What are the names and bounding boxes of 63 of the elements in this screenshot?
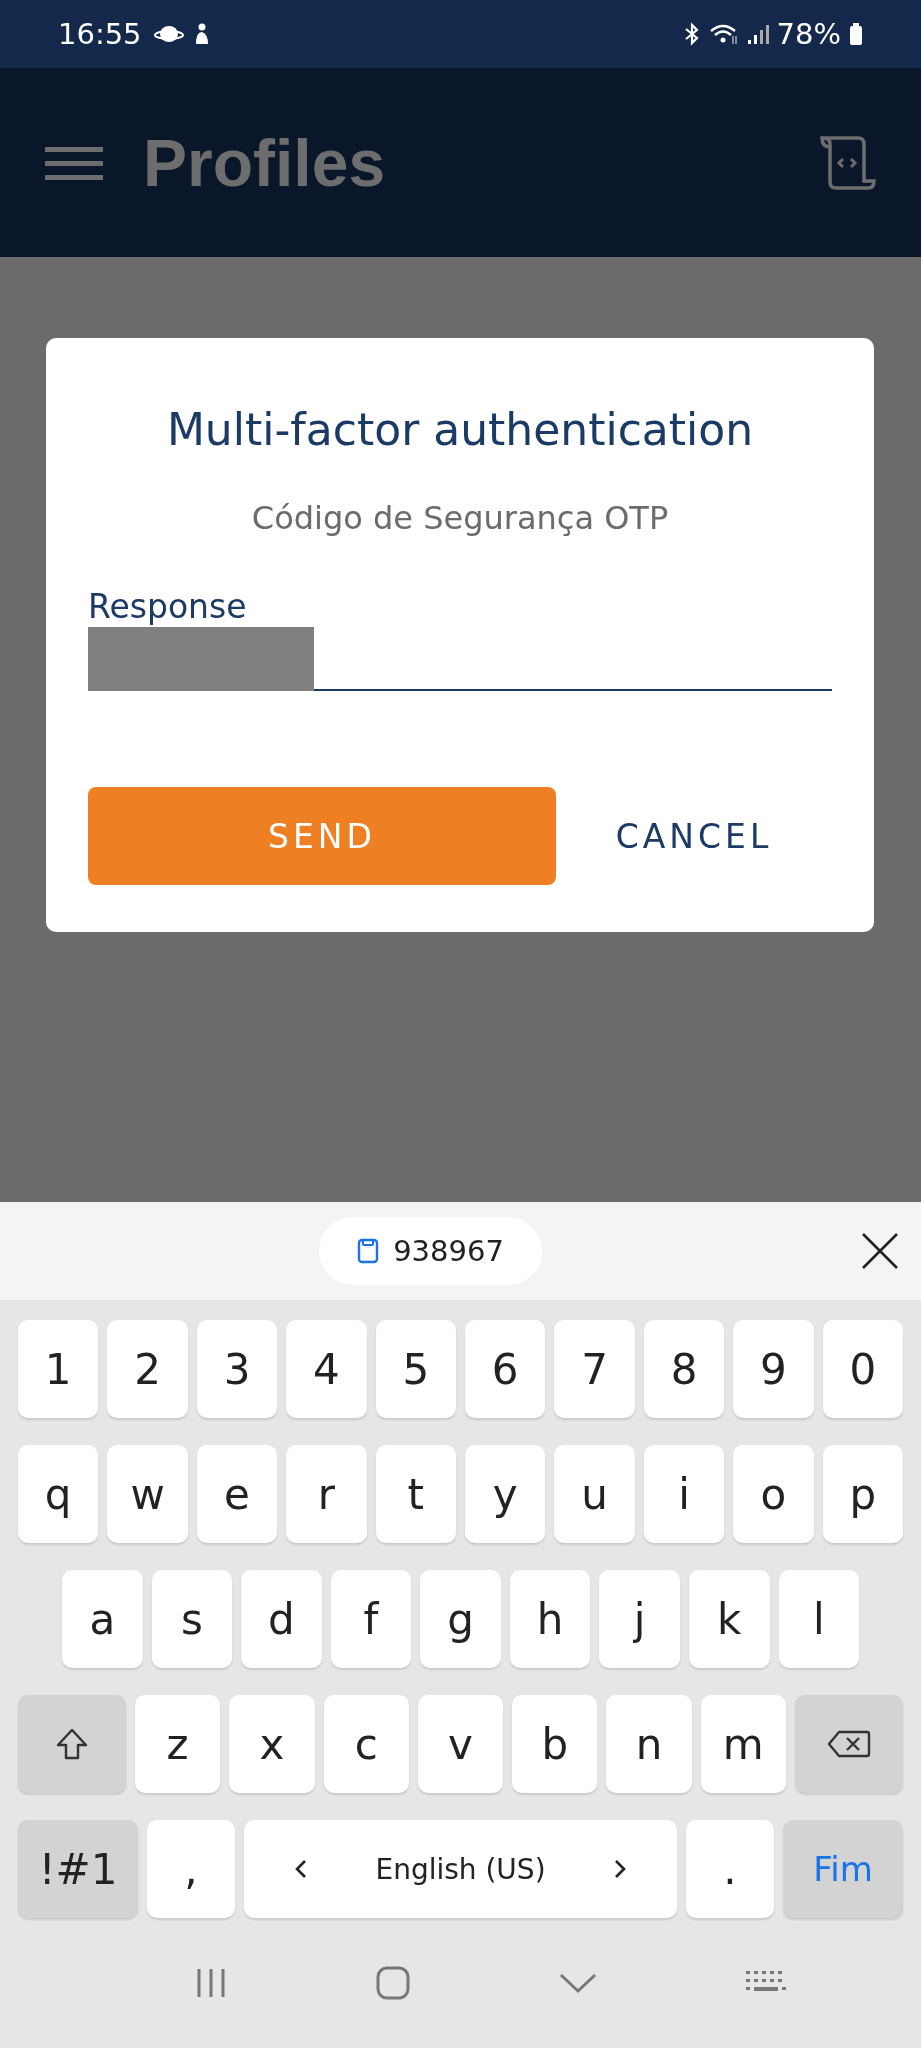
chevron-right-icon bbox=[613, 1858, 627, 1880]
wifi-icon bbox=[708, 22, 739, 46]
keyboard-key[interactable]: a bbox=[62, 1570, 143, 1668]
keyboard-key[interactable]: v bbox=[417, 1695, 504, 1793]
keyboard-key[interactable]: i bbox=[643, 1445, 725, 1543]
keyboard-key[interactable]: u bbox=[554, 1445, 635, 1543]
keyboard-key[interactable]: y bbox=[465, 1445, 546, 1543]
backspace-key[interactable] bbox=[794, 1695, 903, 1793]
keyboard-key[interactable]: 3 bbox=[196, 1320, 278, 1418]
keyboard-key[interactable]: k bbox=[688, 1570, 770, 1668]
keyboard-key[interactable]: 8 bbox=[643, 1320, 725, 1418]
clipboard-chip[interactable]: 938967 bbox=[319, 1217, 542, 1285]
battery-level: 78% bbox=[776, 17, 841, 51]
chevron-left-icon bbox=[294, 1858, 308, 1880]
shift-icon bbox=[55, 1727, 89, 1761]
keyboard-key[interactable]: f bbox=[330, 1570, 412, 1668]
keyboard-key[interactable]: 5 bbox=[375, 1320, 457, 1418]
home-icon[interactable] bbox=[375, 1965, 412, 2001]
keyboard-key[interactable]: q bbox=[18, 1445, 99, 1543]
cancel-button[interactable]: CANCEL bbox=[556, 787, 832, 885]
response-field[interactable]: Response bbox=[88, 581, 832, 691]
planet-icon bbox=[153, 23, 184, 45]
keyboard-key[interactable]: h bbox=[509, 1570, 591, 1668]
keyboard-key[interactable]: c bbox=[323, 1695, 409, 1793]
keyboard-key[interactable]: 1 bbox=[18, 1320, 99, 1418]
scroll-code-icon[interactable] bbox=[818, 134, 876, 191]
keyboard-key[interactable]: 2 bbox=[107, 1320, 188, 1418]
close-icon[interactable] bbox=[861, 1232, 899, 1270]
keyboard-key[interactable]: n bbox=[606, 1695, 692, 1793]
keyboard-key[interactable]: . bbox=[686, 1820, 774, 1918]
keyboard-key[interactable]: s bbox=[151, 1570, 233, 1668]
keyboard-key[interactable]: z bbox=[135, 1695, 221, 1793]
chevron-down-icon[interactable] bbox=[557, 1971, 598, 1995]
keyboard-key[interactable]: d bbox=[241, 1570, 322, 1668]
keyboard-key[interactable]: b bbox=[512, 1695, 598, 1793]
symbols-key[interactable]: !#1 bbox=[18, 1820, 138, 1918]
keyboard-key[interactable]: 9 bbox=[733, 1320, 814, 1418]
dialog-message: Código de Segurança OTP bbox=[251, 499, 669, 537]
page-title: Profiles bbox=[143, 124, 386, 201]
space-key[interactable]: English (US) bbox=[244, 1820, 677, 1918]
dialog-title: Multi-factor authentication bbox=[166, 404, 754, 455]
signal-icon bbox=[746, 22, 769, 46]
keyboard-key[interactable]: , bbox=[147, 1820, 235, 1918]
clock: 16:55 bbox=[58, 17, 142, 51]
keyboard-key[interactable]: 4 bbox=[286, 1320, 367, 1418]
keyboard-key[interactable]: 6 bbox=[465, 1320, 546, 1418]
keyboard-key[interactable]: t bbox=[375, 1445, 457, 1543]
battery-icon bbox=[849, 22, 863, 46]
keyboard-key[interactable]: o bbox=[733, 1445, 814, 1543]
shift-key[interactable] bbox=[18, 1695, 126, 1793]
keyboard-key[interactable]: w bbox=[107, 1445, 188, 1543]
keyboard-key[interactable]: j bbox=[599, 1570, 680, 1668]
keyboard-key[interactable]: 7 bbox=[554, 1320, 635, 1418]
keyboard-key[interactable]: l bbox=[778, 1570, 860, 1668]
keyboard-key[interactable]: 0 bbox=[822, 1320, 904, 1418]
backspace-icon bbox=[826, 1729, 871, 1759]
keyboard-key[interactable]: e bbox=[196, 1445, 278, 1543]
keyboard-key[interactable]: x bbox=[229, 1695, 315, 1793]
keyboard-key[interactable]: p bbox=[822, 1445, 904, 1543]
keyboard-key[interactable]: g bbox=[420, 1570, 501, 1668]
clipboard-icon bbox=[357, 1238, 380, 1264]
keyboard-key[interactable]: m bbox=[700, 1695, 786, 1793]
keyboard-key[interactable]: r bbox=[286, 1445, 367, 1543]
